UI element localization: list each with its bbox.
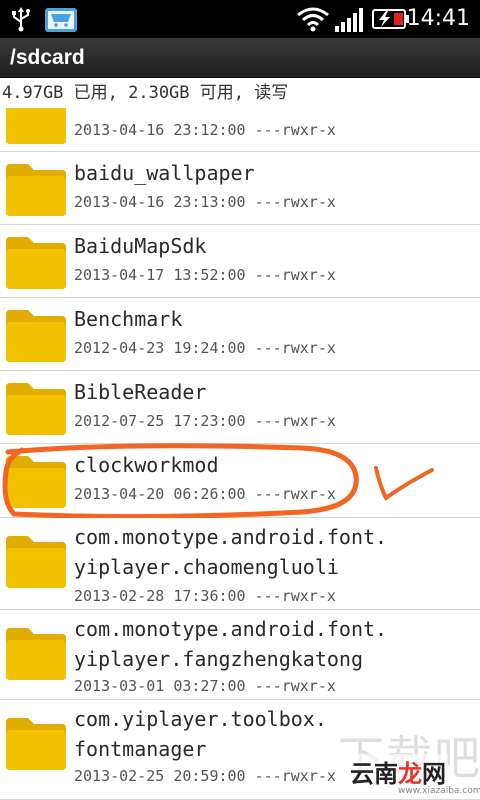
current-path: /sdcard [10,46,85,69]
list-item[interactable]: com.monotype.android.font. yiplayer.chao… [0,518,480,610]
usb-icon [12,7,30,32]
folder-icon [6,536,66,588]
list-item[interactable]: com.monotype.android.font. yiplayer.fang… [0,610,480,700]
item-meta: 2013-04-16 23:13:00 ---rwxr-x [74,193,336,211]
watermark-brand: 云南龙网 [348,754,448,789]
item-name: com.monotype.android.font. [74,525,388,549]
item-meta: 2013-04-17 13:52:00 ---rwxr-x [74,266,336,284]
item-meta: 2013-04-20 06:26:00 ---rwxr-x [74,485,336,503]
folder-icon [6,718,66,770]
item-name-line2: yiplayer.chaomengluoli [74,555,339,579]
folder-icon [6,237,66,289]
storage-info: 4.97GB 已用, 2.30GB 可用, 读写 [0,78,480,108]
list-item[interactable]: clockworkmod 2013-04-20 06:26:00 ---rwxr… [0,444,480,518]
folder-icon [6,456,66,508]
status-bar: 14:41 [0,0,480,38]
battery-charging-icon [372,9,409,29]
list-item[interactable]: BibleReader 2012-07-25 17:23:00 ---rwxr-… [0,371,480,444]
title-bar: /sdcard [0,38,480,78]
folder-icon [6,310,66,362]
file-list[interactable]: baidu 2013-04-16 23:12:00 ---rwxr-x baid… [0,82,480,800]
item-name: Benchmark [74,307,183,331]
watermark: 下载吧 云南龙网 www.xiazaiba.com [338,722,480,798]
signal-icon [335,8,363,32]
list-item[interactable]: baidu_wallpaper 2013-04-16 23:13:00 ---r… [0,152,480,225]
watermark-url: www.xiazaiba.com [398,786,480,796]
item-meta: 2013-02-28 17:36:00 ---rwxr-x [74,587,336,605]
folder-icon [6,383,66,435]
folder-icon [6,628,66,680]
item-name: baidu_wallpaper [74,161,255,185]
item-name: BibleReader [74,380,207,404]
item-name: com.yiplayer.toolbox. [74,707,327,731]
status-clock: 14:41 [406,6,470,31]
item-meta: 2012-07-25 17:23:00 ---rwxr-x [74,412,336,430]
item-meta: 2013-03-01 03:27:00 ---rwxr-x [74,677,336,695]
list-item[interactable]: BaiduMapSdk 2013-04-17 13:52:00 ---rwxr-… [0,225,480,298]
item-meta: 2013-04-16 23:12:00 ---rwxr-x [74,121,336,139]
wifi-icon [297,7,329,32]
item-name-line2: fontmanager [74,737,207,761]
item-name: clockworkmod [74,453,219,477]
store-icon [45,8,77,32]
item-name-line2: yiplayer.fangzhengkatong [74,647,363,671]
list-item[interactable]: Benchmark 2012-04-23 19:24:00 ---rwxr-x [0,298,480,371]
item-name: com.monotype.android.font. [74,617,388,641]
item-meta: 2012-04-23 19:24:00 ---rwxr-x [74,339,336,357]
folder-icon [6,164,66,216]
item-meta: 2013-02-25 20:59:00 ---rwxr-x [74,767,336,785]
item-name: BaiduMapSdk [74,234,207,258]
